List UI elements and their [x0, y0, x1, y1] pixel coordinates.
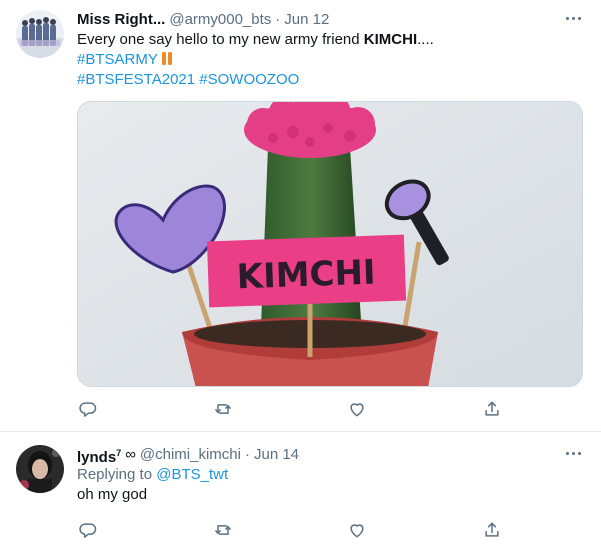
like-icon[interactable] — [346, 519, 368, 541]
tweet-header: lynds7 ∞ @chimi_kimchi · Jun 14 — [77, 443, 585, 468]
tweet-date[interactable]: Jun 12 — [284, 10, 329, 30]
sign-text: KIMCHI — [236, 253, 376, 298]
replying-to-handle[interactable]: @BTS_twt — [156, 466, 228, 483]
separator-dot: · — [244, 446, 250, 463]
avatar[interactable] — [16, 445, 64, 493]
tweet-text-bold: KIMCHI — [363, 31, 418, 48]
tweet-text: oh my god — [77, 486, 148, 503]
replying-to: Replying to @BTS_twt — [77, 465, 585, 485]
reply-icon[interactable] — [77, 519, 99, 541]
like-icon[interactable] — [346, 398, 368, 420]
purple-heart-hashflag-icon — [161, 52, 172, 65]
avatar[interactable] — [16, 10, 64, 58]
tweet-text-suffix: .... — [417, 31, 434, 48]
tweet[interactable]: Miss Right... @army000_bts · Jun 12 Ever… — [0, 0, 601, 432]
display-name[interactable]: Miss Right... — [77, 10, 165, 30]
retweet-icon[interactable] — [212, 519, 234, 541]
user-handle[interactable]: @army000_bts — [169, 10, 271, 30]
hashtag-line: #BTSFESTA2021 #SOWOOZOO — [77, 70, 585, 90]
share-icon[interactable] — [481, 398, 503, 420]
tweet-content: lynds7 ∞ @chimi_kimchi · Jun 14 Replying… — [77, 445, 585, 505]
name-superscript: 7 — [116, 447, 122, 458]
display-name-text: lynds — [77, 448, 117, 466]
hashtag-btsarmy[interactable]: #BTSARMY — [77, 51, 158, 68]
tweet-text-prefix: Every one say hello to my new army frien… — [77, 31, 364, 48]
avatar-photo — [16, 445, 64, 493]
avatar-group-photo — [16, 10, 64, 58]
more-options-icon[interactable] — [561, 8, 585, 28]
tweet-media-photo[interactable]: KIMCHI — [77, 101, 583, 387]
more-options-icon[interactable] — [561, 443, 585, 463]
separator-dot: · — [275, 11, 281, 28]
infinity-symbol: ∞ — [125, 446, 136, 463]
tweet-actions — [77, 519, 507, 541]
reply-tweet[interactable]: lynds7 ∞ @chimi_kimchi · Jun 14 Replying… — [0, 433, 601, 555]
tweet-text: Every one say hello to my new army frien… — [77, 30, 585, 50]
tweet-actions — [77, 398, 507, 420]
display-name[interactable]: lynds7 — [77, 443, 121, 468]
cactus-photo: KIMCHI — [78, 102, 582, 386]
hashtag-line: #BTSARMY — [77, 50, 585, 70]
retweet-icon[interactable] — [212, 398, 234, 420]
user-handle[interactable]: @chimi_kimchi — [140, 445, 241, 465]
hashtags-festa-sowoozoo[interactable]: #BTSFESTA2021 #SOWOOZOO — [77, 71, 299, 88]
replying-to-label: Replying to — [77, 466, 157, 483]
tweet-date[interactable]: Jun 14 — [254, 445, 299, 465]
share-icon[interactable] — [481, 519, 503, 541]
reply-icon[interactable] — [77, 398, 99, 420]
tweet-header: Miss Right... @army000_bts · Jun 12 — [77, 10, 585, 30]
tweet-content: Miss Right... @army000_bts · Jun 12 Ever… — [77, 10, 585, 90]
